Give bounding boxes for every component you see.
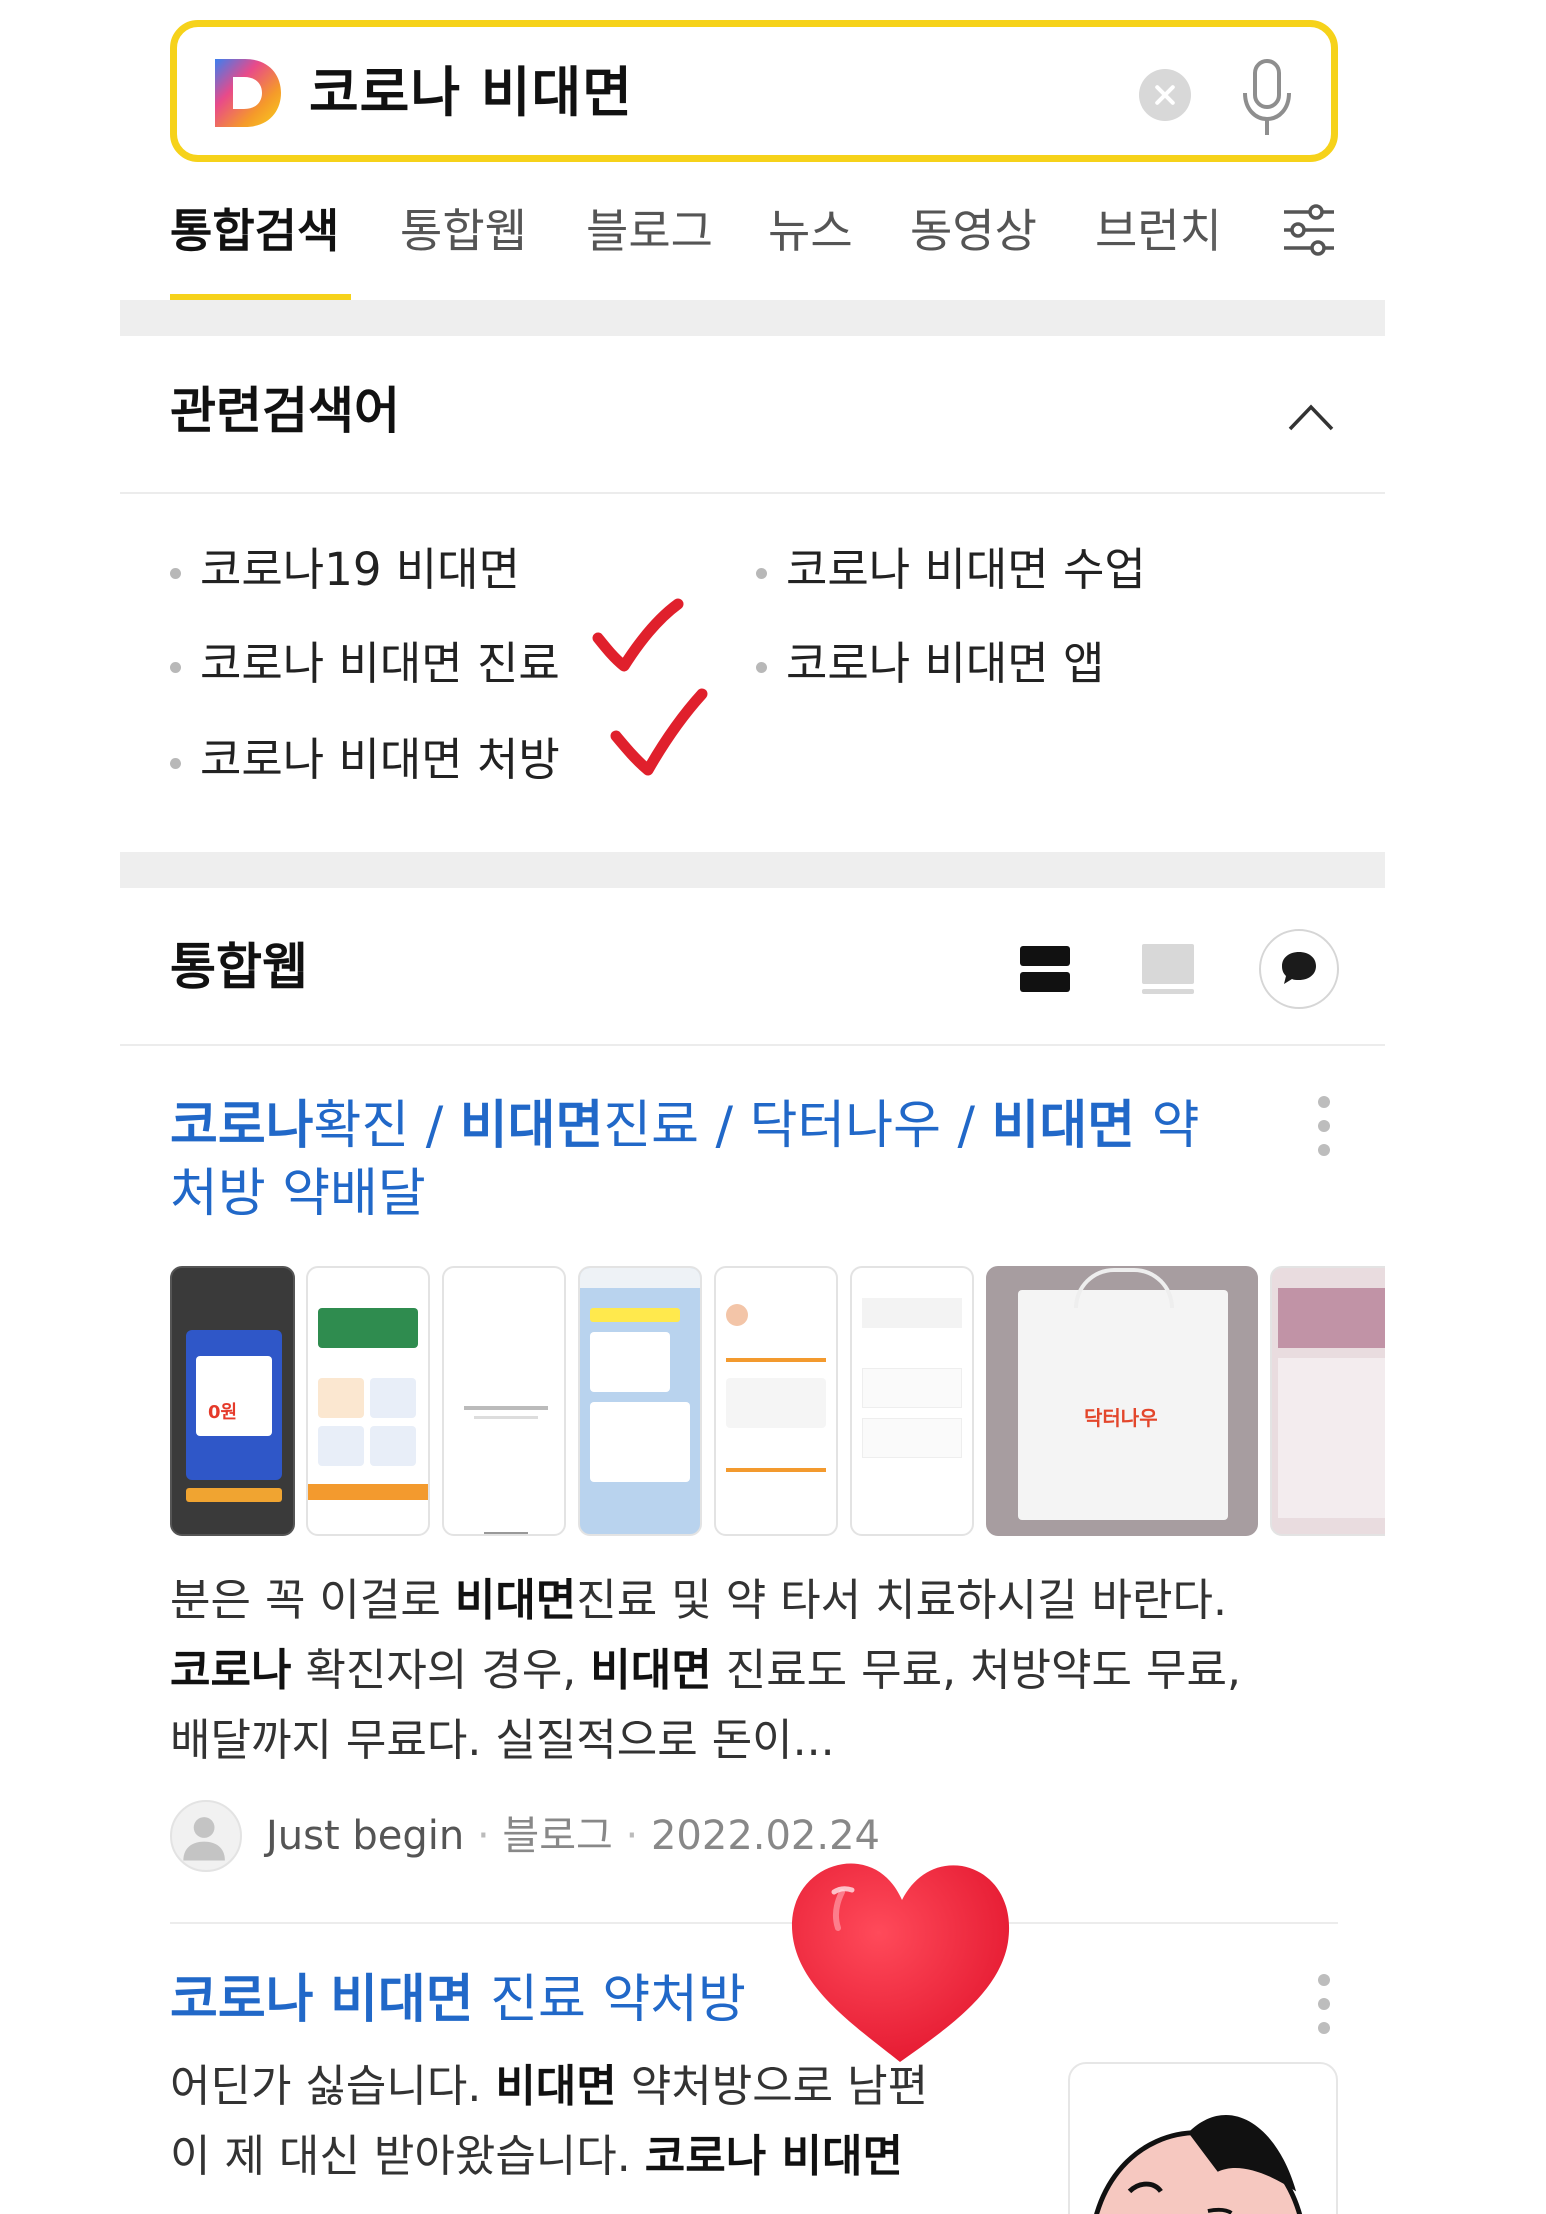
result-1-title-part[interactable]: 확진 / <box>314 1096 460 1156</box>
result-1-title-part[interactable]: 비대면 <box>460 1096 604 1156</box>
red-heart-icon <box>791 1863 1010 2062</box>
thumbnail-1[interactable]: 0원 <box>170 1266 295 1536</box>
author-avatar[interactable] <box>170 1800 242 1872</box>
result-2-title[interactable]: 코로나 비대면 진료 약처방 <box>170 1966 746 2034</box>
chevron-up-icon[interactable] <box>1286 395 1336 435</box>
section-divider <box>120 300 1385 336</box>
thumbnail-3[interactable] <box>442 1266 566 1536</box>
tab-scroll-fade <box>1210 192 1270 272</box>
section-divider <box>120 852 1385 888</box>
result-1-title[interactable]: 코로나확진 / 비대면진료 / 닥터나우 / 비대면 약 처방 약배달 <box>170 1092 1250 1228</box>
source-type: 블로그 <box>502 1813 613 1859</box>
thumbnail-bag-brand: 닥터나우 <box>1084 1406 1158 1430</box>
filter-settings-icon[interactable] <box>1280 200 1338 260</box>
related-searches-title: 관련검색어 <box>170 382 400 440</box>
related-item-treatment[interactable]: 코로나 비대면 진료 <box>170 634 560 694</box>
tab-news[interactable]: 뉴스 <box>768 196 853 266</box>
author-name[interactable]: Just begin <box>266 1813 464 1859</box>
result-1-image-strip[interactable]: 0원 닥터나우 <box>170 1266 1385 1538</box>
thumbnail-5[interactable] <box>714 1266 838 1536</box>
divider <box>120 492 1385 494</box>
result-2-thumbnail[interactable] <box>1068 2062 1338 2214</box>
related-item-prescription[interactable]: 코로나 비대면 처방 <box>170 730 560 790</box>
integrated-web-title: 통합웹 <box>170 938 308 996</box>
tab-integrated-web[interactable]: 통합웹 <box>400 196 527 266</box>
result-1-title-part[interactable]: 진료 / 닥터나우 / <box>603 1096 991 1156</box>
thumbnail-4[interactable] <box>578 1266 702 1536</box>
result-1-title-part[interactable]: 약 <box>1135 1096 1200 1156</box>
related-item-covid19[interactable]: 코로나19 비대면 <box>170 540 520 600</box>
result-1-title-part[interactable]: 비대면 <box>992 1096 1136 1156</box>
thumbnail-2[interactable] <box>306 1266 430 1536</box>
result-2-snippet: 어딘가 싫습니다. 비대면 약처방으로 남편 이 제 대신 받아왔습니다. 코로… <box>170 2061 929 2182</box>
list-view-icon[interactable] <box>1018 942 1072 996</box>
result-1-snippet: 분은 꼭 이걸로 비대면진료 및 약 타서 치료하시길 바란다. 코로나 확진자… <box>170 1575 1241 1766</box>
tab-brunch[interactable]: 브런치 <box>1095 196 1222 266</box>
tab-video[interactable]: 동영상 <box>910 196 1037 266</box>
search-query-text[interactable]: 코로나 비대면 <box>309 55 633 131</box>
daum-logo-icon[interactable] <box>211 55 283 131</box>
related-item-app[interactable]: 코로나 비대면 앱 <box>755 634 1104 694</box>
tab-blog[interactable]: 블로그 <box>586 196 713 266</box>
thumbnail-price-label: 0원 <box>208 1402 238 1423</box>
tab-integrated-search[interactable]: 통합검색 <box>170 196 339 266</box>
divider <box>120 1044 1385 1046</box>
result-1-title-part[interactable]: 코로나 <box>170 1096 314 1156</box>
clear-search-icon[interactable] <box>1139 69 1191 121</box>
microphone-icon[interactable] <box>1237 57 1297 139</box>
red-checkmark-icon <box>592 598 684 672</box>
divider <box>170 1922 1338 1924</box>
related-item-class[interactable]: 코로나 비대면 수업 <box>756 540 1146 600</box>
chat-bubble-icon[interactable] <box>1258 928 1340 1010</box>
post-date: 2022.02.24 <box>650 1813 880 1859</box>
more-options-icon[interactable] <box>1318 1096 1330 1156</box>
thumbnail-6[interactable] <box>850 1266 974 1536</box>
thumbnail-7-bag-photo[interactable]: 닥터나우 <box>986 1266 1258 1536</box>
red-checkmark-icon <box>610 688 708 776</box>
result-1-title-line2[interactable]: 처방 약배달 <box>170 1164 426 1224</box>
thumbnail-8-paper-photo[interactable] <box>1270 1266 1385 1536</box>
more-options-icon[interactable] <box>1318 1974 1330 2034</box>
search-bar[interactable]: 코로나 비대면 <box>170 20 1338 162</box>
search-results-page: 코로나 비대면 통합검색 통합웹 블로그 뉴스 동영상 브런치 관련검색어 코로… <box>120 0 1385 2214</box>
card-view-icon[interactable] <box>1140 942 1196 996</box>
